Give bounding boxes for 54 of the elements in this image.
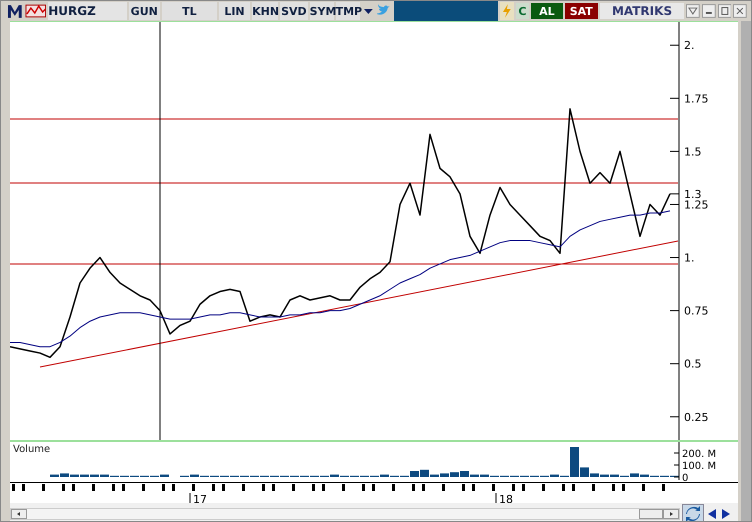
axis-label: 0.5 [684,358,702,371]
previous-icon[interactable] [706,507,718,521]
vertical-scrollbar[interactable] [741,21,751,521]
refresh-button[interactable]: C [516,3,530,19]
axis-label: 200. M [682,449,716,460]
scroll-left-icon[interactable] [11,509,27,519]
toolbar-button[interactable]: GUN [128,2,160,20]
axis-tick [670,98,680,99]
toolbar-button[interactable]: KHN [252,2,278,20]
axis-tick [670,363,680,364]
toolbar-button[interactable]: LIN [218,2,250,20]
horizontal-scrollbar[interactable] [10,508,680,520]
axis-tick [670,416,680,418]
toolbar-button[interactable]: TMP [336,2,360,20]
axis-label: 100. M [682,461,716,472]
axis-tick [670,44,680,46]
axis-label: 2. [684,39,694,52]
axis-tick [674,464,680,466]
dropdown-icon[interactable] [686,4,700,18]
axis-label: 0 [682,473,688,482]
axis-label: 1.75 [684,92,708,106]
toolbar-button[interactable]: TL [162,2,217,20]
axis-label: 1. [684,252,694,265]
axis-tick [670,204,680,205]
axis-tick [670,150,680,152]
axis-label: 1.3 [684,188,702,201]
close-icon[interactable] [733,4,748,18]
scroll-thumb-icon[interactable] [639,509,663,519]
axis-label: 0.25 [684,410,708,424]
chart-icon[interactable] [24,2,46,20]
axis-label: 0.75 [684,304,708,318]
axis-tick [670,193,680,194]
axis-label: 1.5 [684,145,702,158]
brand-logo: MATRIKS [600,3,684,19]
toolbar-button[interactable]: SVD [280,2,308,20]
axis-tick [674,476,680,478]
axis-tick [674,452,680,454]
next-icon[interactable] [720,507,732,521]
scroll-right-icon[interactable] [663,509,679,519]
volume-axis [678,442,680,480]
date-label: 17 [193,493,207,503]
maximize-icon[interactable] [718,4,732,18]
buy-button[interactable]: AL [531,3,563,19]
axis-tick [670,257,680,258]
sync-icon[interactable] [682,504,704,521]
sell-button[interactable]: SAT [564,3,598,19]
toolbar-button[interactable]: SYM [310,2,334,20]
axis-label: 1.25 [684,198,708,212]
date-label: 18 [499,493,513,503]
minimize-icon[interactable] [702,4,716,18]
volume-title: Volume [13,444,50,455]
logo-icon [7,2,23,20]
symbol-label[interactable]: HURGZ [48,2,127,20]
axis-tick [670,310,680,312]
